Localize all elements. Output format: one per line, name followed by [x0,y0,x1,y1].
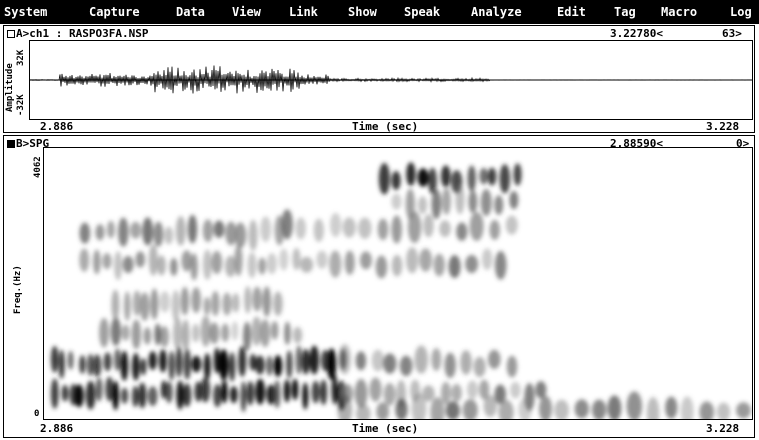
panel-b-y-min: 0 [34,409,40,419]
panel-a-cursor-value: 63> [722,27,742,40]
panel-b-y-max: 4062 [33,156,43,178]
panel-a-x-label: Time (sec) [352,120,419,133]
waveform-panel[interactable]: A>ch1 : RASPO3FA.NSP 3.22780< 63> Amplit… [3,25,755,133]
panel-a-y-label: Amplitude [5,63,15,112]
panel-a-title-text: A>ch1 : RASPO3FA.NSP [16,27,149,40]
menu-tag[interactable]: Tag [614,5,636,19]
menu-link[interactable]: Link [289,5,318,19]
panel-select-icon[interactable] [7,140,15,148]
menu-analyze[interactable]: Analyze [471,5,522,19]
panel-b-x-start: 2.886 [40,422,74,435]
menu-bar: System Capture Data View Link Show Speak… [0,0,759,24]
panel-a-y-max: 32K [16,49,26,66]
waveform-plot[interactable] [29,40,753,120]
menu-speak[interactable]: Speak [404,5,440,19]
spectrogram-panel[interactable]: B>SPG 2.88590< 0> Freq.(Hz) 4062 0 2.886… [3,135,755,438]
menu-system[interactable]: System [4,5,47,19]
panel-select-icon[interactable] [7,30,15,38]
panel-a-x-end: 3.228 [706,120,740,133]
menu-edit[interactable]: Edit [557,5,586,19]
spectrogram-plot[interactable] [43,147,753,420]
menu-log[interactable]: Log [730,5,752,19]
panel-a-y-min: -32K [16,94,26,116]
menu-view[interactable]: View [232,5,261,19]
menu-macro[interactable]: Macro [661,5,697,19]
spectrogram-svg [44,148,752,419]
panel-a-title: A>ch1 : RASPO3FA.NSP [7,27,148,40]
menu-show[interactable]: Show [348,5,377,19]
waveform-svg [30,65,752,94]
menu-capture[interactable]: Capture [89,5,140,19]
panel-b-y-label: Freq.(Hz) [13,265,23,314]
menu-data[interactable]: Data [176,5,205,19]
panel-b-x-label: Time (sec) [352,422,419,435]
panel-a-x-start: 2.886 [40,120,74,133]
panel-b-x-end: 3.228 [706,422,740,435]
panel-a-cursor-time: 3.22780< [610,27,663,40]
